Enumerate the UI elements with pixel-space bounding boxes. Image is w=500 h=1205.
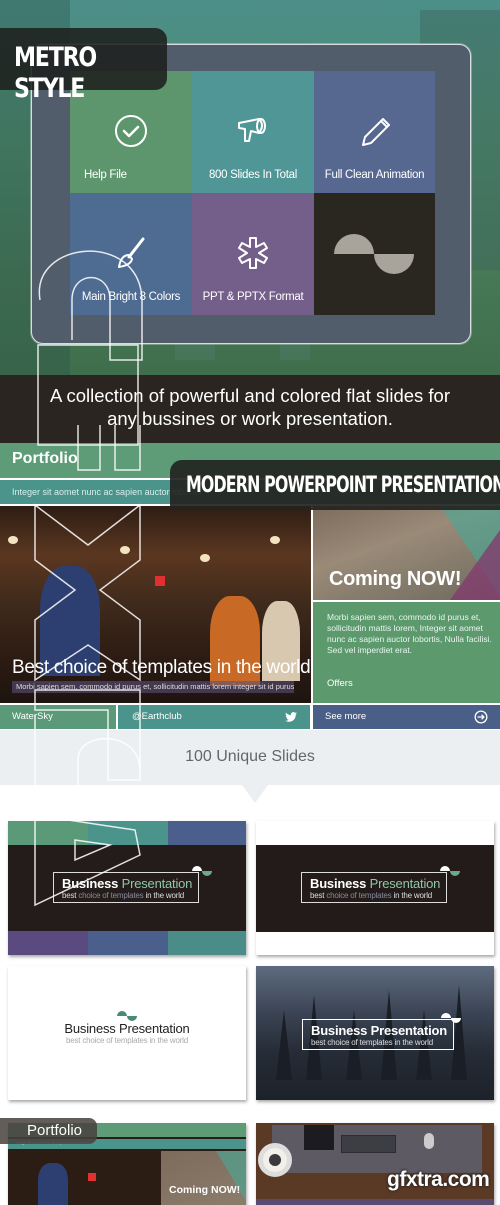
brush-icon <box>118 237 145 268</box>
slide-thumbnail[interactable]: Business Presentation best choice of tem… <box>256 821 494 955</box>
tile-logo <box>314 193 435 315</box>
footer-earthclub[interactable]: @Earthclub <box>118 705 310 729</box>
check-circle-icon <box>115 115 147 147</box>
tile-label: 800 Slides In Total <box>208 169 298 181</box>
color-band <box>8 821 88 845</box>
photo-caption: Morbi sapien sem, commodo id purus et, s… <box>12 681 294 693</box>
slide-title: Business Presentation <box>311 1023 447 1038</box>
see-more-label: See more <box>325 711 367 722</box>
keyboard <box>341 1135 396 1153</box>
slide-title: Business Presentation <box>62 876 193 891</box>
twitter-icon <box>285 712 297 722</box>
unique-title: 100 Unique Slides <box>185 748 315 765</box>
footer-watersky[interactable]: WaterSky <box>0 705 116 729</box>
slide-subtitle: best choice of templates in the world <box>65 1036 188 1045</box>
tile-format: PPT & PPTX Format <box>192 193 314 315</box>
portfolio-title: Portfolio <box>12 450 78 467</box>
see-more-button[interactable]: See more <box>313 705 500 729</box>
slide-thumbnail[interactable]: Business Presentation best choice of tem… <box>8 821 246 955</box>
slide-title: Business Presentation <box>64 1021 190 1036</box>
megaphone-icon <box>238 118 266 142</box>
tile-label: Help File <box>84 169 127 181</box>
unique-slides-banner: 100 Unique Slides <box>0 730 500 803</box>
footer-label: @Earthclub <box>132 711 182 722</box>
slide-title-box: Business Presentation best choice of tem… <box>302 1019 454 1050</box>
offer-card: Morbi sapien sem, commodo id purus et, s… <box>313 602 500 703</box>
tagline-line: any bussines or work presentation. <box>107 408 393 429</box>
down-pointer <box>242 785 268 803</box>
slide-thumbnail[interactable]: Business Presentation best choice of tem… <box>256 966 494 1100</box>
lamp <box>120 546 130 554</box>
color-band <box>168 931 246 955</box>
hero-section: Help File 800 Slides In Total Full Clean… <box>0 0 500 375</box>
watermark-text: gfxtra.com <box>387 1168 490 1191</box>
logo-mark-icon <box>117 1011 139 1021</box>
offer-body: Morbi sapien sem, commodo id purus et, s… <box>327 612 492 655</box>
monitor <box>304 1125 334 1150</box>
lamp <box>200 554 210 562</box>
slide-title-box: Business Presentation best choice of tem… <box>53 872 200 903</box>
mouse <box>424 1133 434 1149</box>
half-circles-logo-icon <box>334 234 414 274</box>
modern-presentation-badge: MODERN POWERPOINT PRESENTATION <box>170 460 500 510</box>
color-band <box>88 821 168 845</box>
photo-heading: Best choice of templates in the world <box>12 657 311 678</box>
tile-animation: Full Clean Animation <box>314 71 435 193</box>
slide-subtitle: best choice of templates in the world <box>311 1038 434 1047</box>
logo-mark-icon <box>192 866 214 876</box>
arrow-circle-right-icon <box>474 710 488 724</box>
promo-page: Help File 800 Slides In Total Full Clean… <box>0 0 500 1205</box>
speaker <box>258 1143 292 1177</box>
tile-colors: Main Bright 8 Colors <box>70 193 192 315</box>
mini-coming-card: Coming NOW! <box>161 1151 246 1205</box>
color-strip <box>256 1199 494 1205</box>
tile-slides-total: 800 Slides In Total <box>192 71 314 193</box>
slide-title-block: Business Presentation best choice of tem… <box>8 1021 246 1045</box>
offers-link[interactable]: Offers <box>327 678 353 689</box>
lamp <box>270 536 280 544</box>
coming-heading: Coming NOW! <box>329 568 462 590</box>
color-band <box>8 931 88 955</box>
logo-mark-icon <box>440 866 462 876</box>
tile-label: PPT & PPTX Format <box>202 291 304 303</box>
asterisk-icon <box>238 237 268 269</box>
badge-text: Portfolio <box>27 1122 83 1139</box>
sign <box>155 576 165 586</box>
tile-label: Full Clean Animation <box>324 169 425 181</box>
tree <box>276 1010 292 1080</box>
mini-coming-heading: Coming NOW! <box>169 1184 241 1196</box>
tagline-line: A collection of powerful and colored fla… <box>49 385 451 406</box>
tagline-banner: A collection of powerful and colored fla… <box>0 375 500 443</box>
metro-style-badge: METRO STYLE <box>0 28 167 104</box>
badge-text: MODERN POWERPOINT PRESENTATION <box>186 473 500 498</box>
slide-thumbnail[interactable] <box>256 1123 494 1205</box>
slide-thumbnail[interactable]: Business Presentation best choice of tem… <box>8 966 246 1100</box>
color-band <box>168 821 246 845</box>
portfolio-badge: Portfolio <box>0 1118 97 1144</box>
footer-label: WaterSky <box>12 711 53 722</box>
slide-subtitle: best choice of templates in the world <box>62 891 185 900</box>
badge-text: METRO STYLE <box>14 42 97 104</box>
slide-title: Business Presentation <box>310 876 441 891</box>
feature-tiles: Help File 800 Slides In Total Full Clean… <box>70 71 435 315</box>
tile-label: Main Bright 8 Colors <box>81 291 181 303</box>
pencil-icon <box>361 118 390 146</box>
slide-subtitle: best choice of templates in the world <box>310 891 433 900</box>
coming-now-card: Coming NOW! <box>313 506 500 600</box>
person <box>38 1163 68 1205</box>
sign <box>88 1173 96 1181</box>
slide-title-box: Business Presentation best choice of tem… <box>301 872 448 903</box>
lamp <box>8 536 18 544</box>
color-band <box>88 931 168 955</box>
logo-mark-icon <box>441 1013 463 1023</box>
